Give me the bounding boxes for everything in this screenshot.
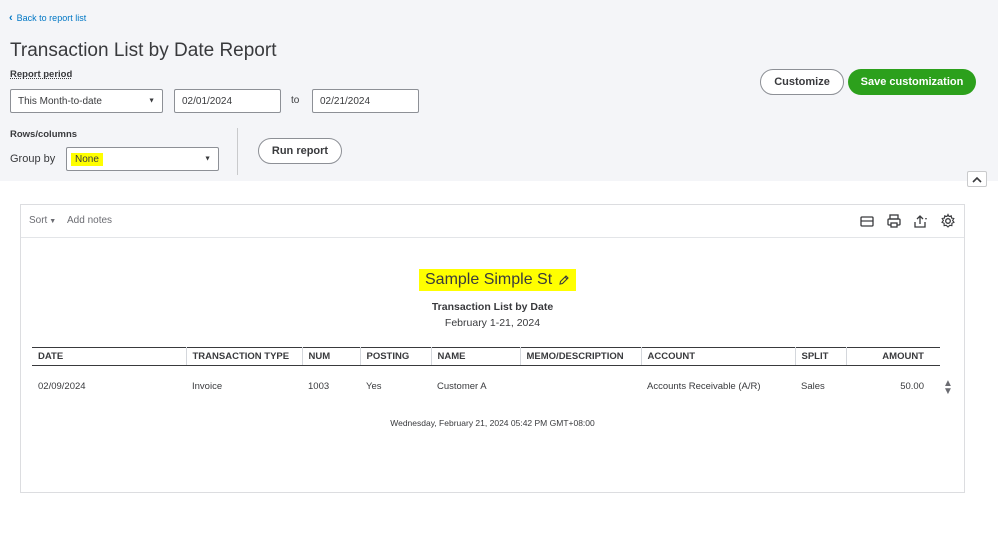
chevron-up-icon [972, 176, 982, 183]
table-row[interactable]: 02/09/2024 Invoice 1003 Yes Customer A A… [32, 366, 940, 408]
company-name: Sample Simple St [425, 271, 553, 288]
email-icon[interactable] [859, 213, 875, 229]
report-toolbar: Sort ▼ Add notes [21, 205, 964, 238]
column-header-name[interactable]: NAME [431, 347, 521, 366]
column-header-posting[interactable]: POSTING [360, 347, 432, 366]
report-settings-area: ‹ Back to report list Transaction List b… [0, 0, 998, 181]
sort-menu[interactable]: Sort ▼ [29, 215, 56, 226]
chevron-left-icon: ‹ [9, 11, 13, 24]
print-icon[interactable] [886, 213, 902, 229]
cell-amount: 50.00 [900, 381, 924, 393]
cell-account: Accounts Receivable (A/R) [647, 381, 761, 393]
cell-date: 02/09/2024 [38, 381, 86, 393]
run-report-button[interactable]: Run report [258, 138, 342, 164]
column-header-transaction-type[interactable]: TRANSACTION TYPE [186, 347, 303, 366]
group-by-value: None [71, 152, 103, 166]
rows-columns-label: Rows/columns [10, 129, 78, 140]
add-notes-link[interactable]: Add notes [67, 215, 112, 226]
cell-num: 1003 [308, 381, 330, 393]
report-panel: Sort ▼ Add notes Sample Simple St Transa… [20, 204, 965, 493]
cell-transaction-type[interactable]: Invoice [186, 366, 302, 408]
report-timestamp: Wednesday, February 21, 2024 05:42 PM GM… [390, 418, 595, 428]
report-date-range: February 1-21, 2024 [444, 317, 541, 329]
caret-down-icon: ▼ [47, 218, 57, 225]
caret-down-icon: ▼ [148, 97, 155, 105]
column-header-amount[interactable]: AMOUNT [846, 347, 940, 366]
reorder-handle-icon[interactable]: ▲ ▼ [943, 379, 953, 397]
cell-name: Customer A [437, 381, 487, 393]
column-header-account[interactable]: ACCOUNT [641, 347, 796, 366]
collapse-button[interactable] [967, 171, 987, 187]
column-header-date[interactable]: DATE [32, 347, 187, 366]
group-by-label: Group by [10, 153, 56, 165]
page-title: Transaction List by Date Report [10, 40, 277, 61]
export-icon[interactable] [913, 213, 929, 229]
report-period-label: Report period [10, 69, 73, 80]
column-header-split[interactable]: SPLIT [795, 347, 847, 366]
report-table: DATE TRANSACTION TYPE NUM POSTING NAME M… [32, 347, 940, 408]
back-link-label: Back to report list [16, 13, 87, 23]
pencil-icon[interactable] [558, 274, 570, 286]
report-period-select[interactable]: This Month-to-date ▼ [10, 89, 163, 113]
report-period-value: This Month-to-date [18, 95, 102, 107]
column-header-num[interactable]: NUM [302, 347, 361, 366]
table-header-row: DATE TRANSACTION TYPE NUM POSTING NAME M… [32, 347, 940, 366]
cell-split: Sales [801, 381, 825, 393]
cell-posting: Yes [366, 381, 382, 393]
to-date-input[interactable]: 02/21/2024 [312, 89, 419, 113]
save-customization-button[interactable]: Save customization [848, 69, 976, 95]
company-name-title[interactable]: Sample Simple St [419, 269, 577, 291]
back-link[interactable]: ‹ Back to report list [9, 11, 87, 24]
caret-down-icon: ▼ [204, 155, 211, 163]
cell-memo [520, 366, 641, 408]
from-date-input[interactable]: 02/01/2024 [174, 89, 281, 113]
customize-button[interactable]: Customize [760, 69, 844, 95]
report-title: Transaction List by Date [431, 301, 554, 313]
group-by-select[interactable]: None ▼ [66, 147, 219, 171]
divider [237, 128, 238, 175]
column-header-memo[interactable]: MEMO/DESCRIPTION [520, 347, 642, 366]
gear-icon[interactable] [940, 213, 956, 229]
to-label: to [291, 95, 300, 106]
sort-label: Sort [29, 215, 48, 226]
